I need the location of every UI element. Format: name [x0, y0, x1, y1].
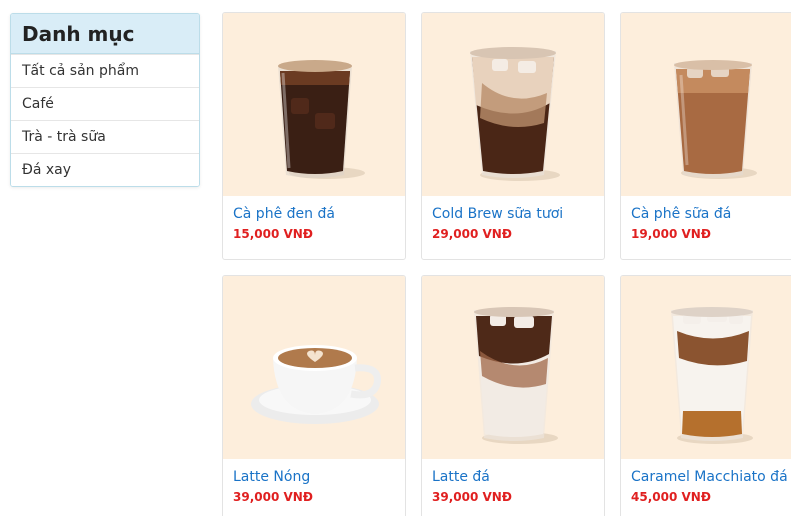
category-item-tea[interactable]: Trà - trà sữa	[11, 120, 199, 153]
product-price: 19,000 VNĐ	[631, 227, 711, 241]
product-image[interactable]	[422, 276, 604, 459]
iced-caramel-macchiato-image	[671, 307, 753, 444]
product-image[interactable]	[422, 13, 604, 196]
iced-latte-image	[474, 307, 558, 444]
product-card[interactable]: Latte Nóng 39,000 VNĐ	[222, 275, 406, 516]
cold-brew-milk-image	[470, 47, 560, 181]
iced-milk-coffee-image	[674, 60, 757, 179]
product-name[interactable]: Latte Nóng	[233, 469, 395, 485]
product-image[interactable]	[223, 276, 405, 459]
product-name[interactable]: Cold Brew sữa tươi	[432, 206, 594, 222]
iced-black-coffee-image	[278, 60, 365, 179]
product-name[interactable]: Caramel Macchiato đá	[631, 469, 791, 485]
hot-latte-cup-image	[251, 345, 382, 424]
product-image[interactable]	[223, 13, 405, 196]
product-name[interactable]: Cà phê sữa đá	[631, 206, 791, 222]
category-item-cafe[interactable]: Café	[11, 87, 199, 120]
category-item-all[interactable]: Tất cả sản phẩm	[11, 54, 199, 87]
product-price: 15,000 VNĐ	[233, 227, 313, 241]
product-price: 45,000 VNĐ	[631, 490, 711, 504]
product-card[interactable]: Cà phê đen đá 15,000 VNĐ	[222, 12, 406, 260]
product-image[interactable]	[621, 13, 791, 196]
product-card[interactable]: Cà phê sữa đá 19,000 VNĐ	[620, 12, 791, 260]
category-title: Danh mục	[22, 21, 135, 46]
product-card[interactable]: Caramel Macchiato đá 45,000 VNĐ	[620, 275, 791, 516]
category-header: Danh mục	[11, 14, 199, 54]
product-price: 39,000 VNĐ	[432, 490, 512, 504]
product-name[interactable]: Cà phê đen đá	[233, 206, 395, 222]
product-card[interactable]: Cold Brew sữa tươi 29,000 VNĐ	[421, 12, 605, 260]
product-image[interactable]	[621, 276, 791, 459]
category-sidebar: Danh mục Tất cả sản phẩm Café Trà - trà …	[10, 13, 200, 187]
product-name[interactable]: Latte đá	[432, 469, 594, 485]
product-price: 39,000 VNĐ	[233, 490, 313, 504]
product-price: 29,000 VNĐ	[432, 227, 512, 241]
category-item-ice-blended[interactable]: Đá xay	[11, 153, 199, 186]
product-card[interactable]: Latte đá 39,000 VNĐ	[421, 275, 605, 516]
